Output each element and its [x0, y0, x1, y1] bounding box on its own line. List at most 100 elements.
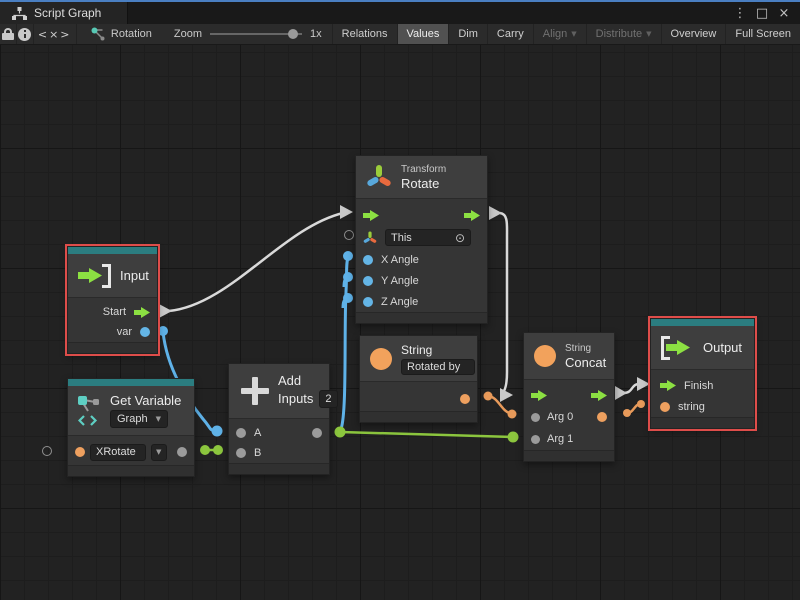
string-value-field[interactable]: Rotated by [401, 359, 475, 375]
value-input-port[interactable] [531, 413, 540, 422]
port-row: Z Angle [356, 291, 487, 312]
node-accent-strip [651, 319, 754, 326]
distribute-button[interactable]: Distribute▼ [586, 24, 661, 44]
port-label: string [678, 401, 705, 413]
node-string-concat[interactable]: String Concat Arg 0 Arg 1 [523, 332, 615, 462]
graph-icon [12, 7, 27, 20]
zoom-slider-handle[interactable] [288, 29, 298, 39]
port-label: Arg 1 [547, 433, 573, 445]
lock-button[interactable] [0, 24, 17, 44]
info-button[interactable] [17, 24, 34, 44]
node-title: Get Variable [110, 394, 181, 408]
flow-output-port[interactable] [591, 390, 607, 401]
chevron-down-icon: ▼ [646, 30, 651, 38]
value-output-port[interactable] [312, 428, 322, 438]
window-controls: ⋮ □ × [732, 6, 800, 21]
node-footer [68, 465, 194, 476]
relations-button[interactable]: Relations [332, 24, 397, 44]
port-row: B [229, 443, 329, 463]
node-output[interactable]: Output Finish string [650, 318, 755, 429]
value-input-port[interactable] [531, 435, 540, 444]
zoom-slider[interactable] [210, 27, 302, 41]
rotation-indicator[interactable]: Rotation [77, 24, 164, 44]
rotation-label: Rotation [111, 28, 152, 40]
variable-scope-dropdown[interactable]: Graph ▼ [110, 410, 168, 428]
port-row: X Angle [356, 249, 487, 270]
zoom-label: Zoom [174, 28, 202, 40]
flow-input-port[interactable] [531, 390, 547, 401]
node-footer [356, 312, 487, 323]
node-get-variable[interactable]: Get Variable Graph ▼ XRotate ▼ [67, 378, 195, 477]
zoom-control: Zoom 1x [164, 24, 332, 44]
transform-icon[interactable] [363, 231, 377, 245]
value-input-port[interactable] [363, 276, 373, 286]
output-icon [661, 335, 694, 361]
code-toggle-button[interactable]: <×> [34, 24, 77, 44]
dim-button[interactable]: Dim [448, 24, 487, 44]
value-output-port[interactable] [177, 447, 187, 457]
flow-input-port[interactable] [660, 380, 676, 391]
lock-icon [2, 28, 14, 40]
value-input-port[interactable] [236, 448, 246, 458]
titlebar: Script Graph ⋮ □ × [0, 2, 800, 24]
node-accent-strip [68, 379, 194, 386]
input-icon [78, 263, 111, 289]
unconnected-port-ring[interactable] [42, 446, 52, 456]
node-transform-rotate[interactable]: Transform Rotate This ⊙ X Ang [355, 155, 488, 324]
value-output-port[interactable] [460, 394, 470, 404]
node-input[interactable]: Input Start var [67, 246, 158, 354]
flow-output-port[interactable] [464, 210, 480, 221]
node-string-literal[interactable]: String Rotated by [359, 335, 478, 423]
values-button[interactable]: Values [397, 24, 449, 44]
port-row: Arg 0 [524, 406, 614, 428]
node-title: Input [120, 269, 149, 283]
align-button[interactable]: Align▼ [533, 24, 586, 44]
value-output-port[interactable] [140, 327, 150, 337]
port-label: Arg 0 [547, 411, 573, 423]
value-input-port[interactable] [363, 297, 373, 307]
flow-row [356, 205, 487, 226]
info-icon [18, 28, 31, 41]
value-input-port[interactable] [236, 428, 246, 438]
input-count-field[interactable]: 2 [319, 390, 337, 408]
port-label: Start [103, 306, 126, 318]
maximize-icon[interactable]: □ [754, 6, 770, 21]
port-label: Finish [684, 380, 713, 392]
value-input-port[interactable] [363, 255, 373, 265]
object-picker-icon[interactable]: ⊙ [455, 233, 465, 243]
value-input-port[interactable] [75, 447, 85, 457]
node-footer [524, 450, 614, 461]
port-row: string [651, 396, 754, 417]
carry-button[interactable]: Carry [487, 24, 533, 44]
node-footer [651, 417, 754, 428]
port-label: var [117, 326, 132, 338]
port-label: Z Angle [381, 296, 418, 308]
flow-input-port[interactable] [363, 210, 379, 221]
port-row: Start [68, 302, 157, 322]
focus-accent-line [0, 0, 800, 2]
code-toggle-label: <×> [38, 28, 72, 41]
tab-script-graph[interactable]: Script Graph [0, 2, 128, 24]
fullscreen-button[interactable]: Full Screen [725, 24, 800, 44]
value-input-port[interactable] [660, 402, 670, 412]
unconnected-port-ring[interactable] [344, 230, 354, 240]
toolbar-right-group: Relations Values Dim Carry Align▼ Distri… [332, 24, 800, 44]
flow-output-port[interactable] [134, 307, 150, 318]
port-label: Y Angle [381, 275, 419, 287]
node-category: Transform [401, 164, 446, 175]
node-add-inputs[interactable]: Add Inputs 2 A B [228, 363, 330, 475]
variable-name-field[interactable]: XRotate [90, 444, 146, 461]
close-icon[interactable]: × [776, 6, 792, 21]
node-footer [68, 342, 157, 353]
port-row: This ⊙ [356, 226, 487, 249]
node-title: Concat [565, 356, 606, 370]
port-row: var [68, 322, 157, 342]
port-row [360, 386, 477, 411]
menu-icon[interactable]: ⋮ [732, 6, 748, 21]
overview-button[interactable]: Overview [661, 24, 726, 44]
this-target-field[interactable]: This ⊙ [385, 229, 471, 246]
rotation-icon [91, 27, 105, 41]
variable-dropdown-button[interactable]: ▼ [151, 444, 168, 461]
value-output-port[interactable] [597, 412, 607, 422]
transform-icon [366, 164, 392, 190]
